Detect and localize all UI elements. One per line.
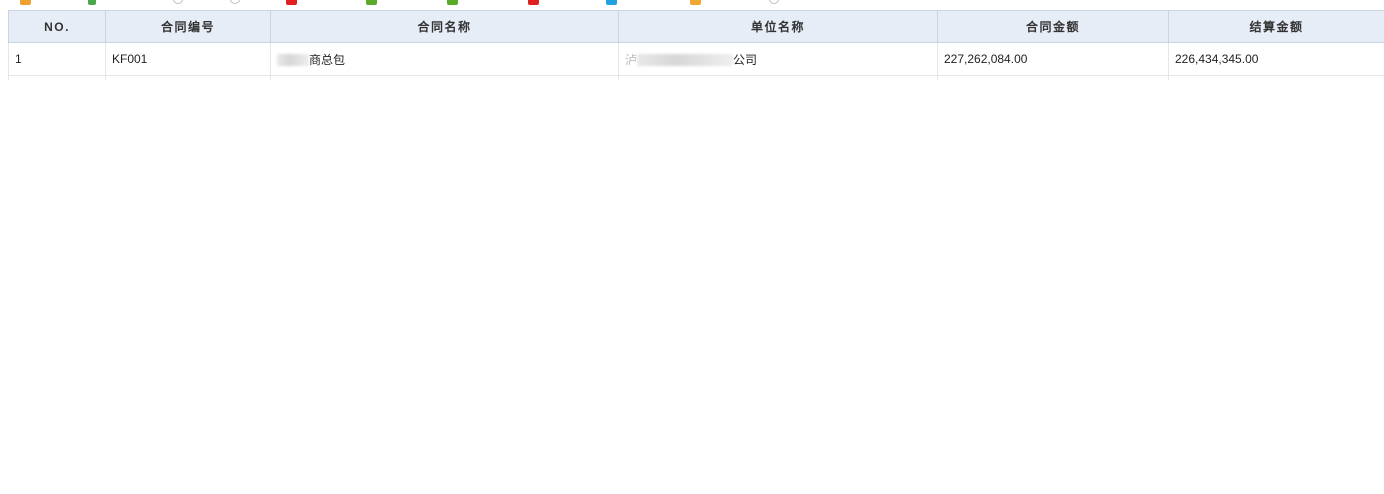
table-row-partial xyxy=(8,75,1384,80)
unit-name-suffix: 公司 xyxy=(733,52,758,67)
delete-icon[interactable] xyxy=(286,0,297,5)
delete-icon[interactable] xyxy=(528,0,539,5)
column-header-no[interactable]: NO. xyxy=(8,10,106,43)
column-header-contract-no[interactable]: 合同编号 xyxy=(105,10,271,43)
cell xyxy=(8,75,106,80)
cell-no: 1 xyxy=(8,42,106,76)
table-row[interactable]: 1 KF001 商总包 泸 公司 227,262,084.00 226,434,3… xyxy=(8,42,1384,76)
column-header-unit-name[interactable]: 单位名称 xyxy=(618,10,938,43)
unit-name-prefix: 泸 xyxy=(625,52,638,67)
square-icon[interactable] xyxy=(366,0,377,5)
circle-icon[interactable] xyxy=(769,0,779,4)
info-icon[interactable] xyxy=(606,0,617,5)
star-icon[interactable] xyxy=(20,0,31,5)
redacted-text xyxy=(277,53,309,66)
circle-icon[interactable] xyxy=(173,0,183,4)
contract-grid: NO. 合同编号 合同名称 单位名称 合同金额 结算金额 1 KF001 商总包… xyxy=(8,10,1384,80)
square-icon[interactable] xyxy=(447,0,458,5)
cell-unit-name: 泸 公司 xyxy=(618,42,938,76)
cell-contract-name: 商总包 xyxy=(270,42,619,76)
column-header-contract-amount[interactable]: 合同金额 xyxy=(937,10,1169,43)
column-header-contract-name[interactable]: 合同名称 xyxy=(270,10,619,43)
cell xyxy=(105,75,271,80)
column-header-settlement-amount[interactable]: 结算金额 xyxy=(1168,10,1384,43)
cell-settlement-amount: 226,434,345.00 xyxy=(1168,42,1384,76)
folder-icon[interactable] xyxy=(690,0,701,5)
cell xyxy=(270,75,619,80)
toolbar xyxy=(0,0,1384,6)
cell-contract-no: KF001 xyxy=(105,42,271,76)
redacted-text xyxy=(637,53,734,66)
cell-contract-amount: 227,262,084.00 xyxy=(937,42,1169,76)
header-row: NO. 合同编号 合同名称 单位名称 合同金额 结算金额 xyxy=(8,10,1384,43)
circle-icon[interactable] xyxy=(230,0,240,4)
add-icon[interactable] xyxy=(88,0,96,5)
cell xyxy=(937,75,1169,80)
cell xyxy=(618,75,938,80)
cell xyxy=(1168,75,1384,80)
contract-name-text: 商总包 xyxy=(309,52,346,67)
